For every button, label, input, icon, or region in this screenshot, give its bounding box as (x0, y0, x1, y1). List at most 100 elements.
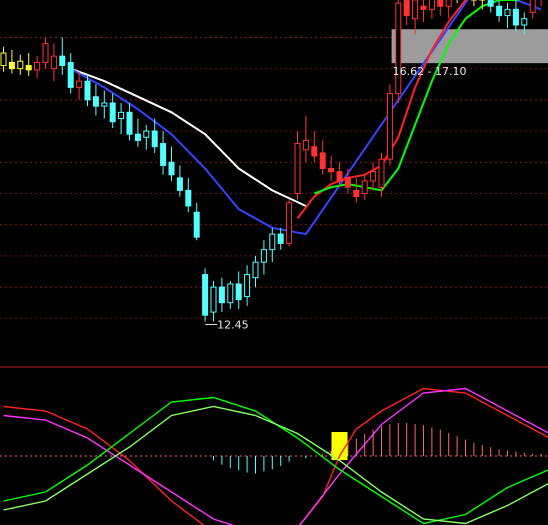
candle (8, 49, 15, 74)
candle (34, 56, 41, 79)
candle-body (361, 180, 368, 194)
indicator-line-1 (3, 387, 548, 525)
indicator-line-2 (3, 396, 548, 525)
candle-body (302, 139, 309, 151)
candle (470, 0, 477, 7)
candle (286, 199, 293, 247)
candle-body (168, 161, 175, 176)
candle (428, 0, 435, 19)
candle (76, 71, 83, 100)
candle (25, 53, 32, 77)
candle (210, 280, 217, 322)
candle (487, 0, 494, 13)
candle-body (286, 202, 293, 244)
candle-body (277, 233, 284, 244)
candle-body (428, 0, 435, 10)
candle (176, 165, 183, 197)
candle (529, 0, 536, 19)
candle (277, 227, 284, 250)
candle-body (311, 146, 318, 157)
candle (269, 227, 276, 263)
candle (168, 146, 175, 181)
candle (50, 43, 57, 82)
candle (218, 277, 225, 313)
candle (118, 102, 125, 135)
candle-body (378, 158, 385, 188)
candle (42, 37, 49, 69)
candle (260, 240, 267, 275)
candle (420, 0, 427, 22)
candle (92, 84, 99, 116)
candle (328, 156, 335, 181)
candle (504, 3, 511, 29)
candle (437, 0, 444, 16)
price-line-3 (313, 0, 522, 195)
candle (311, 131, 318, 163)
candle (0, 46, 7, 72)
candle-body (487, 0, 494, 7)
candle-body (50, 55, 57, 70)
candle (134, 118, 141, 147)
candle (244, 265, 251, 306)
candle-body (353, 189, 360, 198)
candle-body (370, 171, 377, 182)
candle (512, 0, 519, 32)
candle-body (76, 80, 83, 88)
candle-body (403, 0, 410, 17)
candle (294, 131, 301, 200)
candle (370, 162, 377, 191)
candle-body (529, 0, 536, 13)
candle-body (118, 111, 125, 120)
candle (59, 37, 66, 75)
candle (235, 271, 242, 309)
indicator-line-0 (3, 387, 548, 525)
candle-body (210, 286, 217, 313)
candle-body (420, 5, 427, 10)
candle-body (0, 52, 7, 67)
candle-body (8, 61, 15, 70)
candle (412, 0, 419, 35)
candle-body (59, 55, 66, 67)
candle-body (344, 177, 351, 188)
candle-body (34, 61, 41, 71)
indicator-lines (3, 387, 548, 525)
candle-body (395, 2, 402, 95)
candle-body (336, 171, 343, 182)
candle (17, 54, 24, 75)
candle-body (269, 233, 276, 251)
candle-body (260, 249, 267, 263)
candle-body (42, 43, 49, 63)
candle (193, 202, 200, 241)
candle-body (252, 261, 259, 279)
candle (403, 0, 410, 25)
price-band-label: 16.62 - 17.10 (393, 65, 467, 78)
candle (386, 84, 393, 166)
candle-body (151, 130, 158, 148)
candle-body (218, 286, 225, 304)
candle (302, 115, 309, 163)
low-marker-label: 12.45 (217, 318, 249, 331)
candle (227, 280, 234, 309)
price-grid (0, 36, 548, 319)
candle-body (134, 133, 141, 141)
candle-body (445, 0, 452, 7)
candle-body (109, 102, 116, 123)
candle-body (126, 111, 133, 135)
candle-body (294, 143, 301, 194)
candle-body (193, 211, 200, 238)
candle-body (437, 0, 444, 7)
candle-body (92, 96, 99, 107)
candle (109, 93, 116, 128)
indicator-line-3 (3, 405, 548, 525)
candle (252, 255, 259, 288)
candle-body (227, 283, 234, 304)
candle (540, 0, 542, 7)
candle-body (84, 80, 91, 101)
candle (67, 53, 74, 94)
candle-body (319, 152, 326, 170)
candle-body (386, 93, 393, 160)
candle-body (160, 143, 167, 166)
candle (143, 124, 150, 150)
candle-body (101, 102, 108, 107)
candle (496, 0, 503, 22)
